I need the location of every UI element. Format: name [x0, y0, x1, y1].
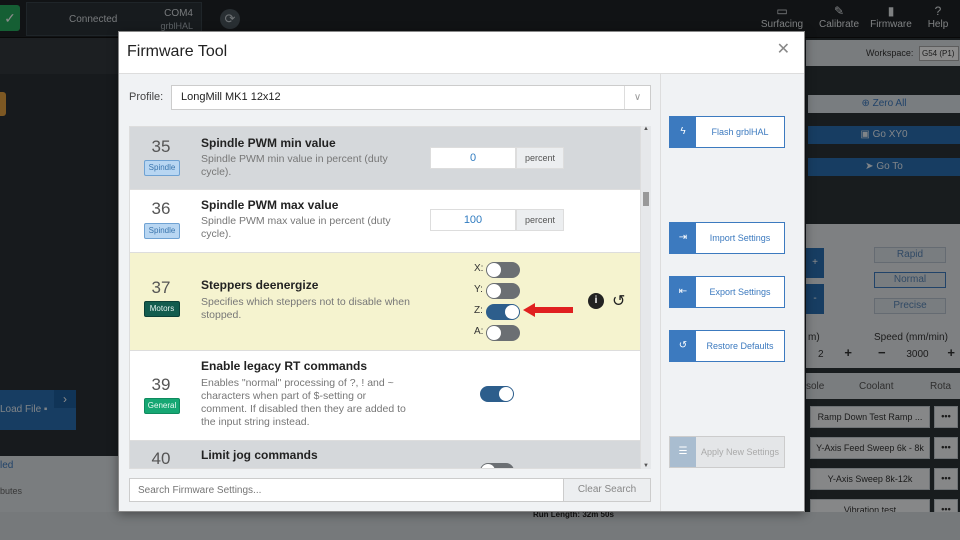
setting-number: 37 [151, 278, 171, 297]
axis-a-label: A: [474, 326, 484, 337]
setting-value-input[interactable]: 0 [430, 147, 516, 169]
profile-label: Profile: [129, 91, 164, 103]
close-icon[interactable]: ✕ [777, 39, 790, 59]
export-settings-button[interactable]: ⇤ Export Settings [669, 276, 785, 308]
axis-y-toggle[interactable] [486, 283, 520, 299]
import-settings-button[interactable]: ⇥ Import Settings [669, 222, 785, 254]
setting-title: Limit jog commands [201, 448, 318, 462]
category-badge: Motors [144, 301, 180, 317]
axis-a-toggle[interactable] [486, 325, 520, 341]
dialog-body: Profile: LongMill MK1 12x12 ∨ 35 Spindle… [119, 74, 804, 511]
setting-number: 36 [151, 199, 171, 218]
dialog-header: Firmware Tool ✕ [119, 32, 804, 74]
apply-settings-button[interactable]: ☰ Apply New Settings [669, 436, 785, 468]
clear-search-button[interactable]: Clear Search [564, 479, 650, 501]
setting-row: 35 Spindle Spindle PWM min value Spindle… [130, 127, 640, 190]
scroll-thumb[interactable] [643, 192, 649, 206]
profile-select[interactable]: LongMill MK1 12x12 ∨ [171, 85, 651, 110]
scroll-down-icon[interactable]: ▼ [641, 463, 651, 469]
profile-value: LongMill MK1 12x12 [181, 91, 281, 103]
setting-number: 40 [151, 449, 171, 468]
axis-z-toggle[interactable] [486, 304, 520, 320]
setting-row: 36 Spindle Spindle PWM max value Spindle… [130, 190, 640, 253]
divider [660, 74, 661, 511]
axis-x-label: X: [474, 263, 484, 274]
search-bar: Clear Search [129, 478, 651, 502]
import-icon: ⇥ [670, 223, 696, 253]
setting-title: Spindle PWM max value [201, 198, 339, 212]
info-icon[interactable]: i [588, 293, 604, 309]
undo-icon[interactable]: ↺ [612, 291, 625, 311]
chevron-down-icon: ∨ [624, 86, 650, 109]
setting-description: Enables "normal" processing of ?, ! and … [201, 377, 406, 428]
category-badge: Spindle [144, 223, 180, 239]
undo-icon: ↺ [670, 331, 696, 361]
red-arrow-icon [523, 303, 573, 317]
setting-description: Spindle PWM max value in percent (duty c… [201, 215, 391, 240]
lightning-icon: ϟ [670, 117, 696, 147]
category-badge: General [144, 398, 180, 414]
setting-number: 39 [151, 375, 171, 394]
setting-number: 35 [151, 137, 171, 156]
axis-z-label: Z: [474, 305, 483, 316]
limit-jog-toggle[interactable] [480, 463, 514, 468]
setting-unit: percent [516, 209, 564, 231]
setting-title: Spindle PWM min value [201, 136, 336, 150]
setting-row: 40 Limit jog commands [130, 441, 640, 468]
firmware-tool-dialog: Firmware Tool ✕ Profile: LongMill MK1 12… [118, 31, 805, 512]
axis-x-toggle[interactable] [486, 262, 520, 278]
category-badge: Spindle [144, 160, 180, 176]
setting-description: Spindle PWM min value in percent (duty c… [201, 153, 388, 178]
dialog-title: Firmware Tool [127, 43, 228, 60]
setting-value-input[interactable]: 100 [430, 209, 516, 231]
setting-title: Enable legacy RT commands [201, 359, 368, 373]
setting-unit: percent [516, 147, 564, 169]
setting-title: Steppers deenergize [201, 278, 319, 292]
list-icon: ☰ [670, 437, 696, 467]
legacy-rt-toggle[interactable] [480, 386, 514, 402]
restore-defaults-button[interactable]: ↺ Restore Defaults [669, 330, 785, 362]
settings-list[interactable]: 35 Spindle Spindle PWM min value Spindle… [129, 126, 641, 469]
export-icon: ⇤ [670, 277, 696, 307]
setting-row: 39 General Enable legacy RT commands Ena… [130, 351, 640, 441]
setting-row-highlighted: 37 Motors Steppers deenergize Specifies … [130, 253, 640, 351]
setting-description: Specifies which steppers not to disable … [201, 296, 410, 321]
scroll-up-icon[interactable]: ▲ [641, 126, 651, 132]
axis-y-label: Y: [474, 284, 483, 295]
flash-button[interactable]: ϟ Flash grblHAL [669, 116, 785, 148]
search-input[interactable] [130, 479, 564, 501]
settings-scrollbar[interactable]: ▲ ▼ [641, 126, 651, 469]
